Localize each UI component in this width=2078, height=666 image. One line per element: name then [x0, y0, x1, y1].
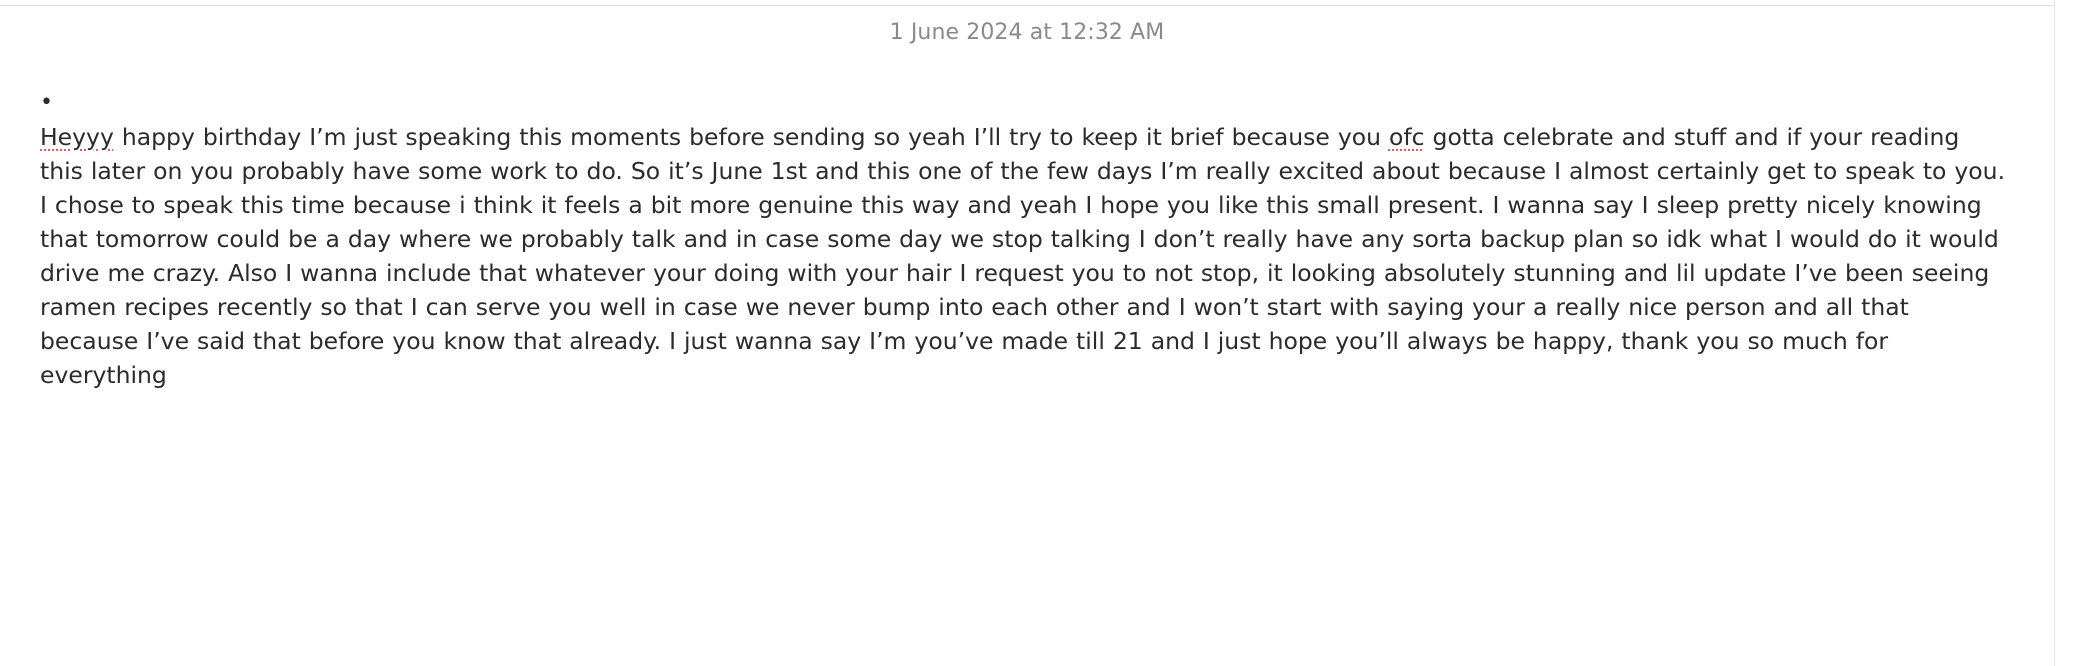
paragraph-text: happy birthday I’m just speaking this mo…	[113, 123, 1389, 151]
note-editor[interactable]: • Heyyy happy birthday I’m just speaking…	[40, 86, 2010, 392]
note-paragraph[interactable]: Heyyy happy birthday I’m just speaking t…	[40, 120, 2010, 392]
top-divider	[0, 0, 2054, 6]
bullet-point: •	[40, 90, 53, 115]
right-gutter	[2055, 0, 2078, 666]
paragraph-text: gotta celebrate and stuff and if your re…	[40, 123, 2006, 389]
note-timestamp: 1 June 2024 at 12:32 AM	[889, 20, 1165, 45]
notes-window: 1 June 2024 at 12:32 AM • Heyyy happy bi…	[0, 0, 2078, 666]
misspelled-word[interactable]: ofc	[1389, 123, 1425, 151]
misspelled-word[interactable]: Heyyy	[40, 123, 114, 151]
